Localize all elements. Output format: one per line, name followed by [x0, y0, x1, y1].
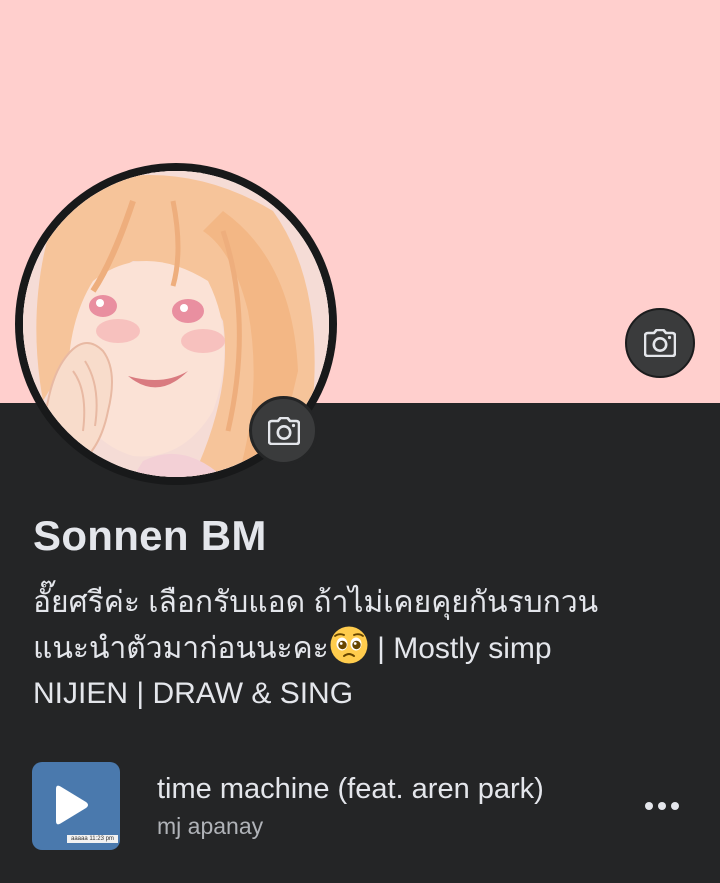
more-options-icon-dot-2 [658, 802, 666, 810]
profile-name: Sonnen BM [33, 512, 267, 559]
more-options-icon [645, 802, 653, 810]
song-artist[interactable]: mj apanay [157, 813, 263, 840]
song-title[interactable]: time machine (feat. aren park) [157, 773, 544, 806]
camera-icon [644, 329, 676, 357]
pleading-face-emoji [330, 626, 368, 664]
bio-line-2-text: แนะนำตัวมาก่อนนะคะ [33, 632, 329, 665]
edit-cover-photo-button[interactable] [625, 308, 695, 378]
bio-line-1: อั๊ยศรีค่ะ เลือกรับแอด ถ้าไม่เคยคุยกันรบ… [33, 586, 599, 619]
bio-line-2-suffix: | Mostly simp [368, 632, 552, 665]
more-options-icon-dot-3 [671, 802, 679, 810]
bio-line-3: NIJIEN | DRAW & SING [33, 677, 354, 710]
album-art-caption: aaaaa 11:23 pm [67, 835, 118, 843]
edit-profile-picture-button[interactable] [249, 396, 318, 465]
album-art-play-button[interactable]: aaaaa 11:23 pm [32, 762, 120, 850]
more-options-button[interactable] [638, 786, 686, 826]
profile-bio: อั๊ยศรีค่ะ เลือกรับแอด ถ้าไม่เคยคุยกันรบ… [33, 580, 693, 716]
profile-music-row[interactable]: aaaaa 11:23 pm time machine (feat. aren … [0, 760, 720, 852]
bio-line-2: แนะนำตัวมาก่อนนะคะ | Mostly simp [33, 625, 693, 671]
camera-icon [267, 416, 300, 445]
